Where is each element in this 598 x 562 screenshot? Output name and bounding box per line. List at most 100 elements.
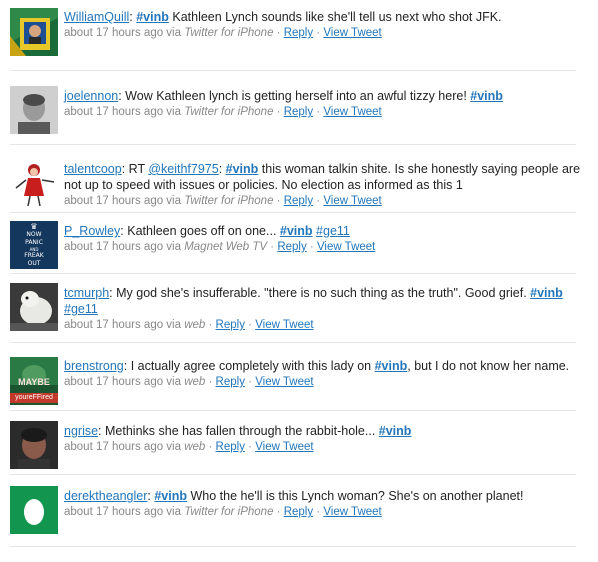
avatar-text: FREAK (24, 252, 44, 259)
tweet-source: Twitter for iPhone (184, 27, 274, 39)
view-tweet-link[interactable]: View Tweet (323, 27, 381, 39)
tweet-text-fragment: Kathleen goes off on one... (127, 224, 280, 238)
avatar-text: NOW (26, 231, 42, 238)
username-link[interactable]: brenstrong (64, 359, 124, 373)
username-link[interactable]: P_Rowley (64, 224, 120, 238)
tweet-source: web (184, 441, 206, 453)
avatar-text: MAYBE (18, 377, 50, 387)
divider (10, 474, 576, 475)
tweet-text-fragment: My god she's insufferable. "there is no … (116, 286, 531, 300)
tweet-text: talentcoop: RT @keithf7975: #vinb this w… (64, 161, 582, 193)
tweet-meta: about 17 hours ago via web · Reply · Vie… (64, 439, 582, 455)
reply-link[interactable]: Reply (277, 241, 306, 253)
timestamp: about 17 hours ago via (64, 241, 185, 253)
meta-separator: · (244, 319, 256, 331)
meta-separator: · (244, 441, 256, 453)
hashtag-link[interactable]: #vinb (280, 224, 313, 238)
reply-link[interactable]: Reply (216, 319, 245, 331)
reply-link[interactable]: Reply (284, 106, 313, 118)
view-tweet-link[interactable]: View Tweet (255, 319, 313, 331)
meta-separator: · (205, 441, 216, 453)
mention-link[interactable]: @keithf7975 (148, 162, 218, 176)
tweet-source: web (184, 319, 206, 331)
cartoon-woman-avatar[interactable] (10, 160, 58, 208)
meta-separator: · (313, 106, 324, 118)
reply-link[interactable]: Reply (284, 506, 313, 518)
egg-avatar[interactable] (10, 486, 58, 534)
meta-separator: · (313, 506, 324, 518)
tweet-text: brenstrong: I actually agree completely … (64, 358, 582, 374)
divider (10, 144, 576, 145)
tweet-meta: about 17 hours ago via Magnet Web TV · R… (64, 239, 582, 255)
view-tweet-link[interactable]: View Tweet (323, 506, 381, 518)
hashtag-link[interactable]: #vinb (375, 359, 408, 373)
meta-separator: · (313, 195, 324, 207)
youre-fired-avatar[interactable]: MAYBE youreFFired (10, 357, 58, 405)
green-yellow-book-avatar[interactable] (10, 8, 58, 56)
mention-link[interactable]: #ge11 (64, 302, 98, 316)
white-animal-avatar[interactable] (10, 283, 58, 331)
reply-link[interactable]: Reply (216, 376, 245, 388)
tweet-text: tcmurph: My god she's insufferable. "the… (64, 285, 582, 317)
username-link[interactable]: WilliamQuill (64, 10, 129, 24)
tweet-text-fragment: I actually agree completely with this la… (130, 359, 375, 373)
reply-link[interactable]: Reply (284, 195, 313, 207)
timestamp: about 17 hours ago via (64, 376, 185, 388)
divider (10, 410, 576, 411)
hashtag-link[interactable]: #vinb (154, 489, 187, 503)
tweet-text-separator: : (98, 424, 105, 438)
tweet-source: Twitter for iPhone (184, 106, 274, 118)
now-panic-avatar[interactable]: ♛ NOW PANIC AND FREAK OUT (10, 221, 58, 269)
tweet-text-fragment: : (218, 162, 226, 176)
view-tweet-link[interactable]: View Tweet (323, 106, 381, 118)
hashtag-link[interactable]: #vinb (379, 424, 412, 438)
meta-separator: · (273, 195, 284, 207)
tweet-text-separator: : (121, 162, 129, 176)
reply-link[interactable]: Reply (216, 441, 245, 453)
meta-separator: · (306, 241, 317, 253)
tweet-source: Twitter for iPhone (184, 195, 274, 207)
view-tweet-link[interactable]: View Tweet (317, 241, 375, 253)
tweet-source: Twitter for iPhone (184, 506, 274, 518)
meta-separator: · (205, 319, 216, 331)
reply-link[interactable]: Reply (284, 27, 313, 39)
username-link[interactable]: tcmurph (64, 286, 109, 300)
tweet-text-fragment: Wow Kathleen lynch is getting herself in… (125, 89, 471, 103)
tweet-text-fragment: Kathleen Lynch sounds like she'll tell u… (168, 10, 502, 24)
timestamp: about 17 hours ago via (64, 506, 185, 518)
timestamp: about 17 hours ago via (64, 319, 185, 331)
tweet-source: Magnet Web TV (184, 241, 268, 253)
tweet-meta: about 17 hours ago via Twitter for iPhon… (64, 104, 582, 120)
grey-portrait-avatar[interactable] (10, 86, 58, 134)
tweet-text: derektheangler: #vinb Who the he'll is t… (64, 488, 582, 504)
meta-separator: · (273, 506, 284, 518)
username-link[interactable]: talentcoop (64, 162, 122, 176)
username-link[interactable]: ngrise (64, 424, 98, 438)
tweet-meta: about 17 hours ago via Twitter for iPhon… (64, 25, 582, 41)
timestamp: about 17 hours ago via (64, 27, 185, 39)
divider (10, 546, 576, 547)
username-link[interactable]: joelennon (64, 89, 118, 103)
tweet-text-fragment: Who the he'll is this Lynch woman? She's… (187, 489, 524, 503)
dark-portrait-avatar[interactable] (10, 421, 58, 469)
hashtag-link[interactable]: #vinb (136, 10, 169, 24)
tweet-text: ngrise: Methinks she has fallen through … (64, 423, 582, 439)
hashtag-link[interactable]: #vinb (470, 89, 503, 103)
divider (10, 212, 576, 213)
view-tweet-link[interactable]: View Tweet (255, 376, 313, 388)
mention-link[interactable]: #ge11 (316, 224, 350, 238)
hashtag-link[interactable]: #vinb (530, 286, 563, 300)
divider (10, 273, 576, 274)
meta-separator: · (244, 376, 256, 388)
view-tweet-link[interactable]: View Tweet (323, 195, 381, 207)
tweet-feed: WilliamQuill: #vinb Kathleen Lynch sound… (0, 0, 598, 562)
tweet-text-fragment: , but I do not know her name. (407, 359, 570, 373)
username-link[interactable]: derektheangler (64, 489, 147, 503)
tweet-text-fragment: Methinks she has fallen through the rabb… (105, 424, 379, 438)
hashtag-link[interactable]: #vinb (226, 162, 259, 176)
view-tweet-link[interactable]: View Tweet (255, 441, 313, 453)
avatar-text: youreFFired (10, 393, 58, 403)
meta-separator: · (267, 241, 278, 253)
tweet-meta: about 17 hours ago via web · Reply · Vie… (64, 317, 582, 333)
meta-separator: · (313, 27, 324, 39)
